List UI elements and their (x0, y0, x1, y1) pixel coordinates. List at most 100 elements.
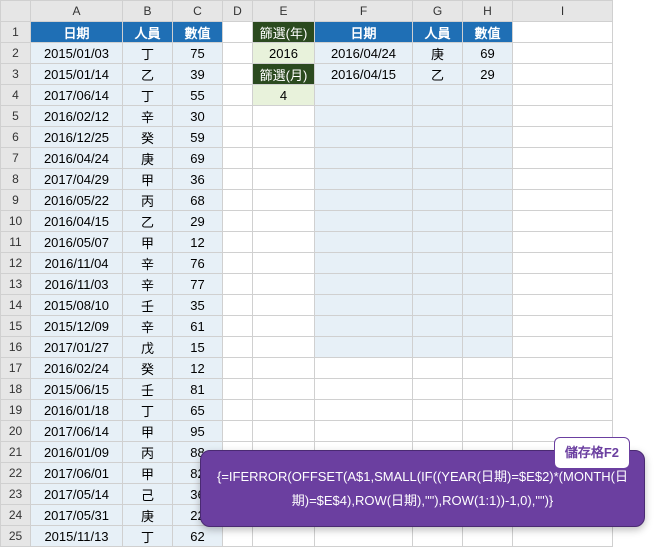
cell[interactable] (253, 337, 315, 358)
cell[interactable]: 2015/01/03 (31, 43, 123, 64)
cell[interactable] (513, 295, 613, 316)
cell[interactable] (223, 22, 253, 43)
cell[interactable] (463, 400, 513, 421)
cell[interactable]: 2016/04/15 (31, 211, 123, 232)
cell[interactable] (413, 337, 463, 358)
cell[interactable] (413, 316, 463, 337)
cell[interactable] (253, 127, 315, 148)
cell[interactable]: 2016/11/04 (31, 253, 123, 274)
cell[interactable] (253, 526, 315, 547)
row-1[interactable]: 1 (1, 22, 31, 43)
cell[interactable] (463, 253, 513, 274)
cell[interactable] (253, 379, 315, 400)
row-4[interactable]: 4 (1, 85, 31, 106)
row-14[interactable]: 14 (1, 295, 31, 316)
cell[interactable]: 丁 (123, 526, 173, 547)
cell[interactable] (413, 85, 463, 106)
cell[interactable]: 戊 (123, 337, 173, 358)
cell[interactable] (463, 274, 513, 295)
cell[interactable] (315, 169, 413, 190)
cell[interactable] (253, 400, 315, 421)
cell[interactable]: 69 (173, 148, 223, 169)
cell[interactable] (513, 232, 613, 253)
cell[interactable] (463, 526, 513, 547)
cell[interactable] (223, 148, 253, 169)
cell[interactable]: 甲 (123, 421, 173, 442)
cell[interactable]: 2016/01/18 (31, 400, 123, 421)
cell[interactable]: 2017/06/14 (31, 85, 123, 106)
cell[interactable]: 12 (173, 232, 223, 253)
cell[interactable]: 2015/01/14 (31, 64, 123, 85)
cell[interactable]: 69 (463, 43, 513, 64)
row-10[interactable]: 10 (1, 211, 31, 232)
cell[interactable] (223, 379, 253, 400)
cell[interactable] (463, 148, 513, 169)
cell[interactable]: 2015/12/09 (31, 316, 123, 337)
cell[interactable] (223, 232, 253, 253)
cell[interactable]: 68 (173, 190, 223, 211)
cell[interactable]: 76 (173, 253, 223, 274)
cell[interactable] (413, 295, 463, 316)
cell[interactable]: 丁 (123, 85, 173, 106)
cell[interactable] (463, 379, 513, 400)
cell[interactable] (223, 400, 253, 421)
cell[interactable] (513, 316, 613, 337)
col-I[interactable]: I (513, 1, 613, 22)
cell[interactable]: 12 (173, 358, 223, 379)
cell[interactable] (315, 421, 413, 442)
row-6[interactable]: 6 (1, 127, 31, 148)
cell[interactable]: 壬 (123, 295, 173, 316)
cell[interactable]: 庚 (123, 505, 173, 526)
cell[interactable] (513, 337, 613, 358)
cell[interactable]: 丁 (123, 43, 173, 64)
cell[interactable]: 己 (123, 484, 173, 505)
cell[interactable] (315, 106, 413, 127)
col-G[interactable]: G (413, 1, 463, 22)
cell[interactable] (315, 526, 413, 547)
cell[interactable]: 癸 (123, 358, 173, 379)
cell[interactable] (513, 526, 613, 547)
row-7[interactable]: 7 (1, 148, 31, 169)
cell[interactable]: 29 (463, 64, 513, 85)
cell[interactable] (223, 274, 253, 295)
row-17[interactable]: 17 (1, 358, 31, 379)
cell[interactable] (315, 232, 413, 253)
cell[interactable]: 乙 (123, 211, 173, 232)
hdr-r-val[interactable]: 數值 (463, 22, 513, 43)
cell[interactable]: 81 (173, 379, 223, 400)
col-H[interactable]: H (463, 1, 513, 22)
cell[interactable] (315, 85, 413, 106)
cell[interactable]: 2016/04/24 (315, 43, 413, 64)
filter-month-label[interactable]: 篩選(月) (253, 64, 315, 85)
cell[interactable] (315, 211, 413, 232)
cell[interactable]: 2016/01/09 (31, 442, 123, 463)
cell[interactable] (223, 316, 253, 337)
cell[interactable] (413, 400, 463, 421)
cell[interactable] (513, 379, 613, 400)
cell[interactable]: 2016/11/03 (31, 274, 123, 295)
row-19[interactable]: 19 (1, 400, 31, 421)
cell[interactable] (513, 148, 613, 169)
cell[interactable] (463, 211, 513, 232)
cell[interactable] (315, 400, 413, 421)
row-23[interactable]: 23 (1, 484, 31, 505)
cell[interactable]: 2016/02/24 (31, 358, 123, 379)
cell[interactable] (223, 337, 253, 358)
cell[interactable] (223, 358, 253, 379)
cell[interactable] (315, 358, 413, 379)
cell[interactable] (463, 316, 513, 337)
cell[interactable] (413, 190, 463, 211)
cell[interactable] (513, 85, 613, 106)
cell[interactable]: 2016/12/25 (31, 127, 123, 148)
cell[interactable]: 2017/05/14 (31, 484, 123, 505)
row-15[interactable]: 15 (1, 316, 31, 337)
cell[interactable] (463, 127, 513, 148)
cell[interactable]: 2016/05/07 (31, 232, 123, 253)
cell[interactable] (253, 358, 315, 379)
cell[interactable] (315, 190, 413, 211)
col-C[interactable]: C (173, 1, 223, 22)
cell[interactable]: 辛 (123, 316, 173, 337)
col-B[interactable]: B (123, 1, 173, 22)
cell[interactable]: 2016/04/15 (315, 64, 413, 85)
cell[interactable] (413, 379, 463, 400)
